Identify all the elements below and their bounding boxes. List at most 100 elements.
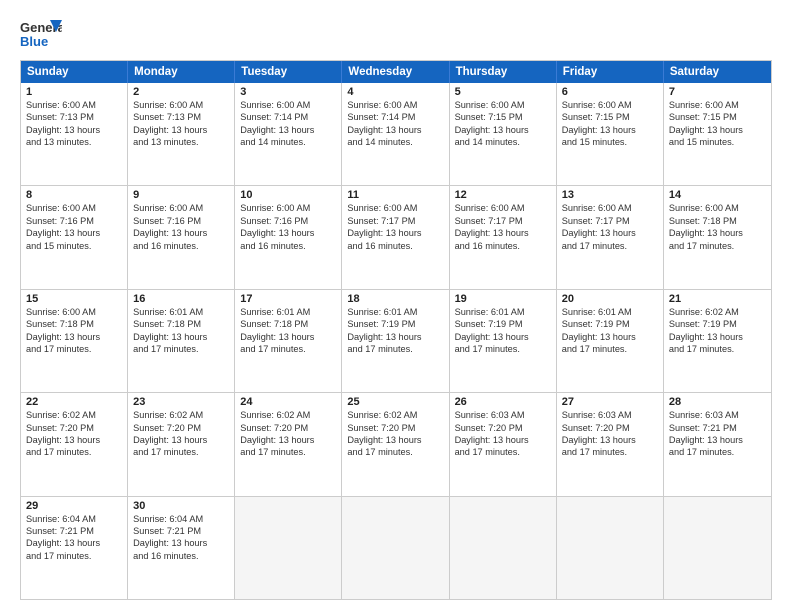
cell-text: Sunrise: 6:01 AM <box>347 306 443 318</box>
day-number: 1 <box>26 86 122 98</box>
calendar-cell-18: 18Sunrise: 6:01 AMSunset: 7:19 PMDayligh… <box>342 290 449 392</box>
day-number: 4 <box>347 86 443 98</box>
cell-text: Sunset: 7:20 PM <box>562 422 658 434</box>
day-number: 15 <box>26 293 122 305</box>
day-number: 22 <box>26 396 122 408</box>
calendar-cell-30: 30Sunrise: 6:04 AMSunset: 7:21 PMDayligh… <box>128 497 235 599</box>
calendar-cell-6: 6Sunrise: 6:00 AMSunset: 7:15 PMDaylight… <box>557 83 664 185</box>
cell-text: and 17 minutes. <box>26 550 122 562</box>
cell-text: Sunset: 7:21 PM <box>133 525 229 537</box>
cell-text: Daylight: 13 hours <box>455 434 551 446</box>
calendar-row-1: 8Sunrise: 6:00 AMSunset: 7:16 PMDaylight… <box>21 185 771 288</box>
cell-text: Daylight: 13 hours <box>562 124 658 136</box>
cell-text: and 17 minutes. <box>562 446 658 458</box>
calendar-row-3: 22 Sunrise: 6:02 AM Sunset: 7:20 PM Dayligh… <box>21 392 771 495</box>
day-number: 26 <box>455 396 551 408</box>
calendar-cell-13: 13Sunrise: 6:00 AMSunset: 7:17 PMDayligh… <box>557 186 664 288</box>
cell-text: and 17 minutes. <box>26 446 122 458</box>
cell-text: Daylight: 13 hours <box>133 537 229 549</box>
cell-text: Sunset: 7:15 PM <box>669 111 766 123</box>
cell-text: Sunrise: 6:01 AM <box>562 306 658 318</box>
cell-text: Sunrise: 6:00 AM <box>133 202 229 214</box>
cell-text: Daylight: 13 hours <box>347 124 443 136</box>
cell-text: Sunrise: 6:04 AM <box>133 513 229 525</box>
cell-text: Sunset: 7:17 PM <box>347 215 443 227</box>
calendar-row-4: 29Sunrise: 6:04 AMSunset: 7:21 PMDayligh… <box>21 496 771 599</box>
day-number: 11 <box>347 189 443 201</box>
cell-text: Sunset: 7:18 PM <box>133 318 229 330</box>
cell-text: and 17 minutes. <box>455 446 551 458</box>
cell-text: and 13 minutes. <box>133 136 229 148</box>
cell-text: Sunset: 7:17 PM <box>455 215 551 227</box>
cell-text: Sunrise: 6:01 AM <box>240 306 336 318</box>
cell-text: Sunset: 7:18 PM <box>240 318 336 330</box>
cell-text: and 17 minutes. <box>347 446 443 458</box>
day-number: 17 <box>240 293 336 305</box>
day-number: 27 <box>562 396 658 408</box>
cell-text: Sunrise: 6:02 AM <box>669 306 766 318</box>
calendar-cell-1: 1Sunrise: 6:00 AMSunset: 7:13 PMDaylight… <box>21 83 128 185</box>
cell-text: and 17 minutes. <box>669 240 766 252</box>
day-number: 3 <box>240 86 336 98</box>
cell-text: and 17 minutes. <box>347 343 443 355</box>
cell-text: Sunset: 7:19 PM <box>455 318 551 330</box>
cell-text: Daylight: 13 hours <box>455 124 551 136</box>
cell-text: Daylight: 13 hours <box>347 434 443 446</box>
day-number: 24 <box>240 396 336 408</box>
calendar-cell-11: 11Sunrise: 6:00 AMSunset: 7:17 PMDayligh… <box>342 186 449 288</box>
calendar-cell-22: 22Sunrise: 6:02 AMSunset: 7:20 PMDayligh… <box>21 393 128 495</box>
calendar-cell-8: 8Sunrise: 6:00 AMSunset: 7:16 PMDaylight… <box>21 186 128 288</box>
day-number: 7 <box>669 86 766 98</box>
calendar-cell-4: 4Sunrise: 6:00 AMSunset: 7:14 PMDaylight… <box>342 83 449 185</box>
calendar-cell-5: 5Sunrise: 6:00 AMSunset: 7:15 PMDaylight… <box>450 83 557 185</box>
logo-icon: General Blue <box>20 16 62 52</box>
cell-text: Sunset: 7:18 PM <box>669 215 766 227</box>
cell-text: and 15 minutes. <box>26 240 122 252</box>
calendar-cell-21: 21Sunrise: 6:02 AMSunset: 7:19 PMDayligh… <box>664 290 771 392</box>
day-number: 25 <box>347 396 443 408</box>
day-number: 8 <box>26 189 122 201</box>
cell-text: Sunset: 7:20 PM <box>26 422 122 434</box>
cell-text: Sunrise: 6:00 AM <box>347 202 443 214</box>
cell-text: Sunrise: 6:00 AM <box>455 202 551 214</box>
cell-text: Sunset: 7:14 PM <box>347 111 443 123</box>
day-number: 14 <box>669 189 766 201</box>
cell-text: Sunrise: 6:01 AM <box>133 306 229 318</box>
cell-text: Sunrise: 6:02 AM <box>133 409 229 421</box>
cell-text: Sunset: 7:15 PM <box>562 111 658 123</box>
calendar-cell-2: 2Sunrise: 6:00 AMSunset: 7:13 PMDaylight… <box>128 83 235 185</box>
cell-text: Sunrise: 6:00 AM <box>26 202 122 214</box>
cell-text: and 17 minutes. <box>669 446 766 458</box>
cell-text: Daylight: 13 hours <box>669 124 766 136</box>
day-number: 23 <box>133 396 229 408</box>
calendar-cell-3: 3Sunrise: 6:00 AMSunset: 7:14 PMDaylight… <box>235 83 342 185</box>
calendar-header: SundayMondayTuesdayWednesdayThursdayFrid… <box>21 61 771 83</box>
cell-text: Sunrise: 6:00 AM <box>562 99 658 111</box>
cell-text: Sunrise: 6:00 AM <box>455 99 551 111</box>
cell-text: and 17 minutes. <box>26 343 122 355</box>
cell-text: Daylight: 13 hours <box>240 434 336 446</box>
calendar-cell-23: 23Sunrise: 6:02 AMSunset: 7:20 PMDayligh… <box>128 393 235 495</box>
cell-text: Sunset: 7:17 PM <box>562 215 658 227</box>
cell-text: Daylight: 13 hours <box>669 227 766 239</box>
day-number: 18 <box>347 293 443 305</box>
calendar-cell-20: 20Sunrise: 6:01 AMSunset: 7:19 PMDayligh… <box>557 290 664 392</box>
page: General Blue SundayMondayTuesdayWednesda… <box>0 0 792 612</box>
cell-text: Daylight: 13 hours <box>455 331 551 343</box>
cell-text: Sunset: 7:15 PM <box>455 111 551 123</box>
cell-text: Sunset: 7:19 PM <box>669 318 766 330</box>
cell-text: Daylight: 13 hours <box>669 434 766 446</box>
calendar-cell-empty <box>342 497 449 599</box>
header-day-friday: Friday <box>557 61 664 83</box>
calendar-cell-19: 19Sunrise: 6:01 AMSunset: 7:19 PMDayligh… <box>450 290 557 392</box>
day-number: 10 <box>240 189 336 201</box>
calendar-row-0: 1Sunrise: 6:00 AMSunset: 7:13 PMDaylight… <box>21 83 771 185</box>
cell-text: Sunrise: 6:00 AM <box>669 202 766 214</box>
cell-text: and 17 minutes. <box>133 446 229 458</box>
cell-text: Daylight: 13 hours <box>669 331 766 343</box>
cell-text: Daylight: 13 hours <box>133 331 229 343</box>
calendar-cell-25: 25Sunrise: 6:02 AMSunset: 7:20 PMDayligh… <box>342 393 449 495</box>
calendar-cell-29: 29Sunrise: 6:04 AMSunset: 7:21 PMDayligh… <box>21 497 128 599</box>
header-day-sunday: Sunday <box>21 61 128 83</box>
cell-text: Daylight: 13 hours <box>347 227 443 239</box>
